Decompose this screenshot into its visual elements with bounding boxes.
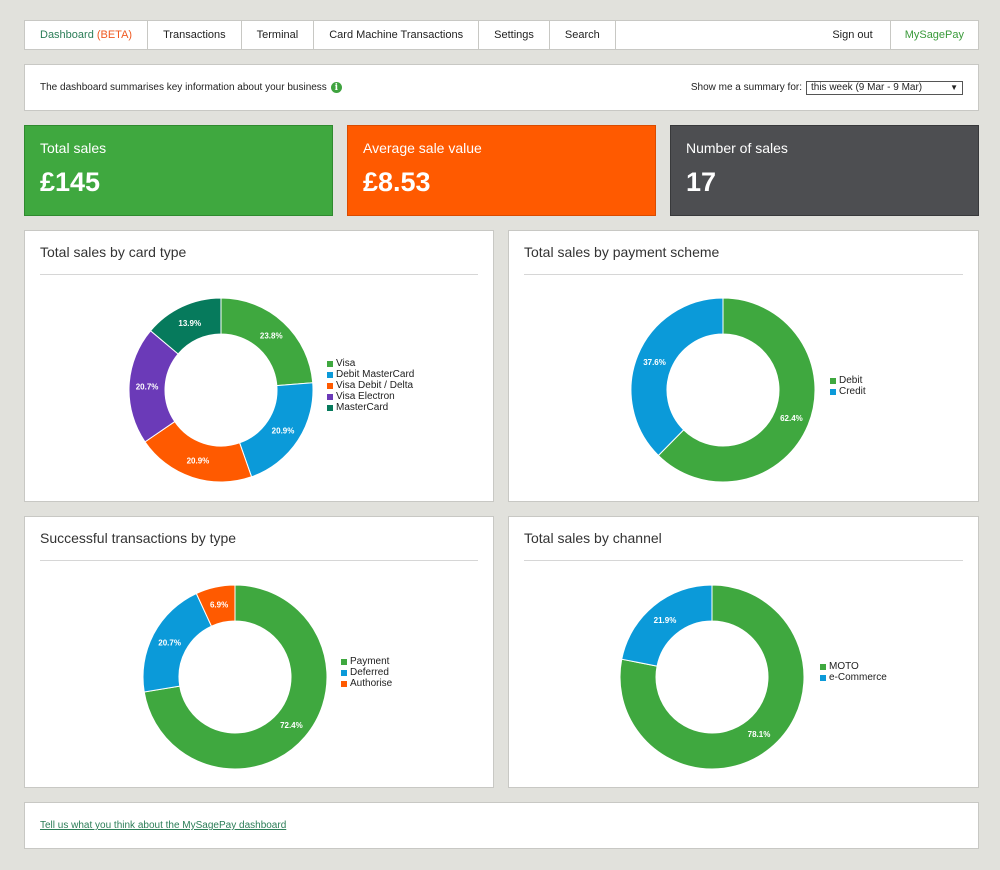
summary-bar: The dashboard summarises key information… [24,64,979,111]
legend-swatch [341,658,347,665]
chart-legend: Visa Debit MasterCard Visa Debit / Delta Vi… [327,358,414,413]
feedback-bar: Tell us what you think about the MySageP… [24,802,979,849]
average-sale-card: Average sale value £8.53 [347,125,656,216]
info-icon[interactable]: i [330,82,342,93]
legend-label: MasterCard [336,402,389,413]
nav-dashboard-label: Dashboard [40,29,94,41]
payment-scheme-panel: Total sales by payment scheme 62.4% 37.6%… [508,230,979,502]
chart-legend: Payment Deferred Authorise [341,656,392,689]
mysagepay-link[interactable]: MySagePay [891,21,978,49]
chart-legend: Debit Credit [830,375,866,397]
donut-slice-e-commerce[interactable] [621,584,713,667]
legend-swatch [327,393,333,400]
top-navigation: Dashboard (BETA) Transactions Terminal C… [24,20,979,50]
summary-label: Show me a summary for: [690,82,802,93]
legend-item[interactable]: Authorise [341,678,392,689]
average-sale-label: Average sale value [363,140,482,156]
donut-slice-visa[interactable] [220,297,314,387]
legend-item[interactable]: Visa Electron [327,391,414,402]
legend-item[interactable]: Deferred [341,667,392,678]
legend-label: Authorise [350,678,393,689]
legend-swatch [820,663,826,670]
dashboard-description: The dashboard summarises key information… [40,82,327,93]
legend-item[interactable]: MOTO [820,661,887,672]
legend-item[interactable]: Payment [341,656,392,667]
slice-label: 13.9% [178,319,201,328]
chart-legend: MOTO e-Commerce [820,661,887,683]
slice-label: 37.6% [643,358,666,367]
legend-swatch [327,371,333,378]
average-sale-value: £8.53 [363,167,431,197]
slice-label: 62.4% [780,414,803,423]
legend-swatch [327,404,333,411]
legend-swatch [327,382,333,389]
legend-item[interactable]: Visa [327,358,414,369]
donut-slice-credit[interactable] [630,297,724,457]
legend-label: Credit [839,386,866,397]
sign-out-link[interactable]: Sign out [815,21,891,49]
total-sales-card: Total sales £145 [24,125,333,216]
donut-chart: 78.1% 21.9% [619,584,805,769]
legend-item[interactable]: e-Commerce [820,672,887,683]
legend-swatch [341,680,347,687]
feedback-link[interactable]: Tell us what you think about the MySageP… [40,820,286,831]
legend-label: Visa [336,358,356,369]
donut-chart: 72.4% 20.7% 6.9% [142,584,328,769]
legend-label: Debit [839,375,863,386]
legend-item[interactable]: MasterCard [327,402,414,413]
dropdown-arrow-icon: ▼ [950,83,958,92]
legend-item[interactable]: Debit [830,375,866,386]
slice-label: 72.4% [280,721,303,730]
nav-search[interactable]: Search [550,21,616,49]
slice-label: 21.9% [654,616,677,625]
donut-chart: 62.4% 37.6% [630,297,816,483]
legend-label: MOTO [829,661,859,672]
summary-period-select[interactable]: this week (9 Mar - 9 Mar) ▼ [806,80,963,95]
nav-card-machine-transactions[interactable]: Card Machine Transactions [314,21,480,49]
nav-dashboard[interactable]: Dashboard (BETA) [25,21,149,49]
number-of-sales-label: Number of sales [686,140,788,156]
legend-swatch [820,674,826,681]
legend-item[interactable]: Credit [830,386,866,397]
slice-label: 6.9% [210,601,228,610]
legend-item[interactable]: Visa Debit / Delta [327,380,414,391]
legend-swatch [327,360,333,367]
legend-item[interactable]: Debit MasterCard [327,369,414,380]
total-sales-value: £145 [40,167,101,197]
legend-label: e-Commerce [829,672,887,683]
legend-swatch [830,388,836,395]
slice-label: 78.1% [748,730,771,739]
number-of-sales-value: 17 [686,167,717,197]
total-sales-label: Total sales [40,140,107,156]
channel-panel: Total sales by channel 78.1% 21.9% MOTO e-… [508,516,979,788]
nav-settings[interactable]: Settings [479,21,550,49]
slice-label: 20.7% [136,382,159,391]
slice-label: 20.9% [187,456,210,465]
legend-swatch [830,377,836,384]
slice-label: 20.7% [158,638,181,647]
beta-badge: (BETA) [96,29,133,41]
legend-label: Deferred [350,667,389,678]
donut-chart: 23.8% 20.9% 20.9% 20.7% 13.9% [128,297,314,483]
legend-label: Visa Debit / Delta [336,380,414,391]
legend-swatch [341,669,347,676]
legend-label: Debit MasterCard [336,369,415,380]
number-of-sales-card: Number of sales 17 [670,125,979,216]
card-type-panel: Total sales by card type 23.8% 20.9% 20.9%… [24,230,494,502]
slice-label: 23.8% [260,332,283,341]
nav-transactions[interactable]: Transactions [148,21,242,49]
transactions-type-panel: Successful transactions by type 72.4% 20.… [24,516,494,788]
legend-label: Payment [350,656,390,667]
nav-terminal[interactable]: Terminal [242,21,315,49]
legend-label: Visa Electron [336,391,395,402]
summary-period-value: this week (9 Mar - 9 Mar) [811,82,923,93]
slice-label: 20.9% [272,426,295,435]
